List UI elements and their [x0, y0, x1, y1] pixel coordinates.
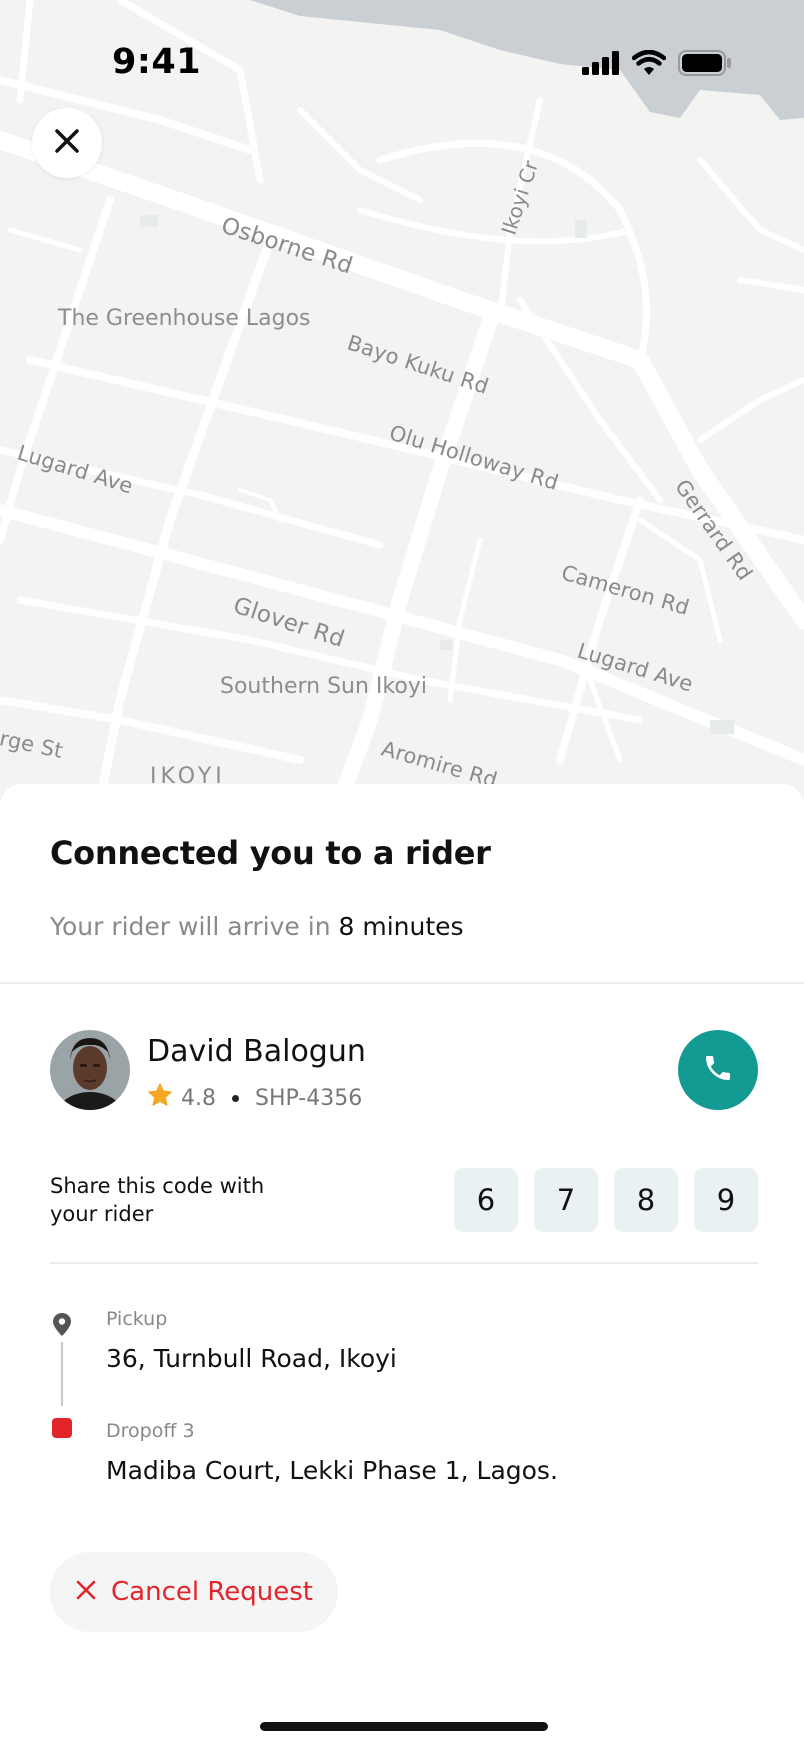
route-connector — [61, 1342, 63, 1406]
close-icon — [54, 128, 80, 159]
cellular-signal-icon — [582, 51, 620, 80]
wifi-icon — [631, 49, 667, 81]
rider-plate: SHP-4356 — [255, 1085, 363, 1111]
poi-label-greenhouse: The Greenhouse Lagos — [58, 306, 311, 331]
code-digit: 8 — [614, 1168, 678, 1232]
close-button[interactable] — [32, 108, 102, 178]
home-indicator — [260, 1722, 548, 1731]
star-icon — [147, 1082, 173, 1114]
code-digit: 9 — [694, 1168, 758, 1232]
status-bar: 9:41 — [0, 0, 804, 120]
eta-text: Your rider will arrive in 8 minutes — [50, 912, 464, 941]
cancel-request-label: Cancel Request — [111, 1577, 313, 1607]
cancel-request-button[interactable]: Cancel Request — [50, 1552, 338, 1632]
code-digit: 6 — [454, 1168, 518, 1232]
close-icon — [75, 1579, 97, 1606]
rider-avatar — [50, 1030, 130, 1110]
separator-dot — [232, 1094, 239, 1102]
pickup-address: 36, Turnbull Road, Ikoyi — [106, 1344, 397, 1373]
location-pin-icon — [50, 1312, 74, 1343]
phone-icon — [702, 1052, 734, 1089]
poi-label-southern-sun: Southern Sun Ikoyi — [220, 674, 427, 699]
rider-rating: 4.8 — [181, 1085, 216, 1111]
eta-prefix: Your rider will arrive in — [50, 912, 339, 941]
rider-meta: 4.8 SHP-4356 — [147, 1082, 362, 1114]
code-digit: 7 — [534, 1168, 598, 1232]
divider — [50, 1262, 758, 1264]
status-time: 9:41 — [112, 42, 202, 82]
sheet-title: Connected you to a rider — [50, 834, 491, 872]
rider-name: David Balogun — [147, 1034, 366, 1069]
dropoff-address: Madiba Court, Lekki Phase 1, Lagos. — [106, 1456, 558, 1485]
dropoff-label: Dropoff 3 — [106, 1420, 195, 1442]
call-rider-button[interactable] — [678, 1030, 758, 1110]
ride-status-sheet: Connected you to a rider Your rider will… — [0, 784, 804, 1748]
divider — [0, 982, 804, 984]
eta-value: 8 minutes — [338, 912, 464, 941]
share-code-label: Share this code with your rider — [50, 1174, 265, 1226]
dropoff-square-icon — [52, 1418, 72, 1438]
pickup-label: Pickup — [106, 1308, 168, 1330]
battery-icon — [678, 50, 732, 81]
status-icons — [582, 49, 732, 81]
map-view[interactable]: Osborne Rd Bayo Kuku Rd Olu Holloway Rd … — [0, 0, 804, 800]
